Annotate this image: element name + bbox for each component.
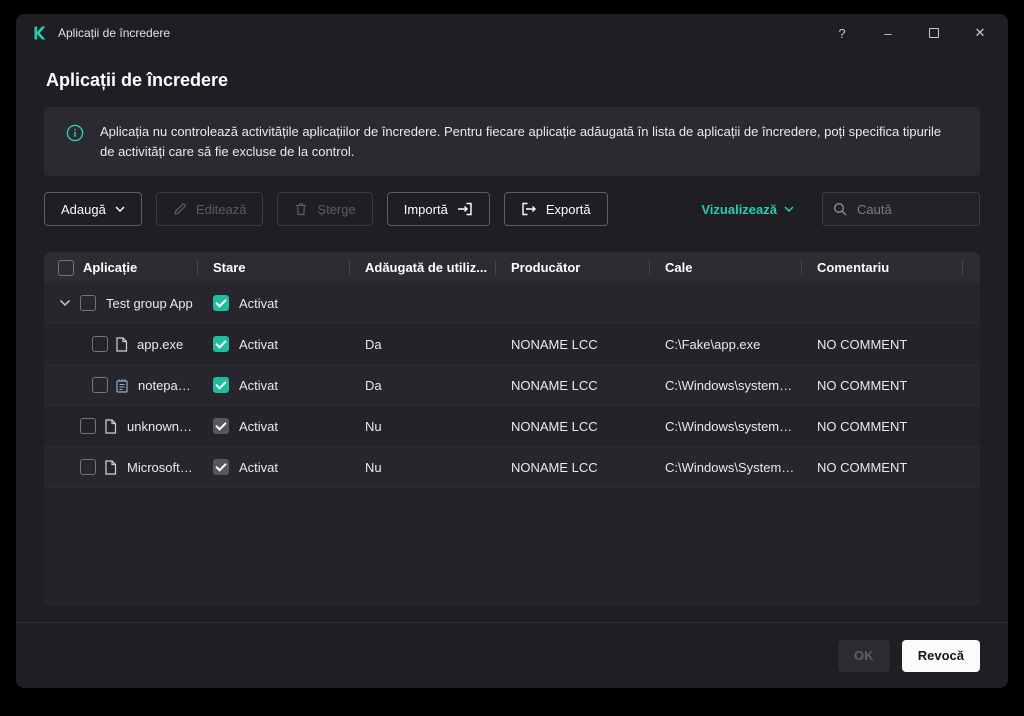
close-button[interactable]: ✕	[968, 21, 992, 45]
footer: OK Revocă	[16, 622, 1008, 688]
header-cell-comment[interactable]: Comentariu	[801, 252, 962, 283]
kaspersky-logo-icon	[32, 25, 48, 41]
group-name: Test group App	[106, 295, 193, 311]
import-button-label: Importă	[403, 201, 448, 217]
header-cell-application: Aplicație	[44, 259, 197, 276]
state-label: Activat	[239, 295, 279, 311]
export-icon	[521, 202, 537, 216]
app-name: Microsoft…	[127, 459, 193, 475]
app-name: app.exe	[137, 336, 184, 352]
minimize-button[interactable]: –	[876, 21, 900, 45]
cell-path: C:\Windows\System…	[665, 459, 795, 475]
add-button-label: Adaugă	[61, 201, 106, 217]
cell-comment: NO COMMENT	[817, 336, 908, 352]
cell-comment: NO COMMENT	[817, 377, 908, 393]
applications-table: Aplicație Stare Adăugată de utiliz... Pr…	[44, 252, 980, 606]
help-button[interactable]: ?	[830, 21, 854, 45]
view-dropdown-label: Vizualizează	[701, 201, 777, 217]
state-checkbox[interactable]	[213, 377, 229, 393]
table-header: Aplicație Stare Adăugată de utiliz... Pr…	[44, 252, 980, 283]
table-row[interactable]: app.exe Activat Da NONAME LCC C:\Fake\ap…	[44, 324, 980, 365]
cell-producer: NONAME LCC	[511, 377, 598, 393]
search-box[interactable]	[822, 192, 980, 226]
row-select-checkbox[interactable]	[92, 336, 108, 352]
pencil-icon	[173, 202, 187, 216]
import-icon	[457, 202, 473, 216]
state-checkbox[interactable]	[213, 336, 229, 352]
export-button-label: Exportă	[545, 201, 591, 217]
column-label-application: Aplicație	[83, 260, 138, 275]
row-select-checkbox[interactable]	[80, 418, 96, 434]
titlebar: Aplicații de încredere ? – ✕	[16, 14, 1008, 52]
header-cell-producer[interactable]: Producător	[495, 252, 649, 283]
content-area: Aplicații de încredere Aplicația nu cont…	[16, 52, 1008, 622]
state-checkbox[interactable]	[213, 418, 229, 434]
state-checkbox[interactable]	[213, 459, 229, 475]
row-select-checkbox[interactable]	[92, 377, 108, 393]
app-window: Aplicații de încredere ? – ✕ Aplicații d…	[16, 14, 1008, 688]
app-name: notepa…	[138, 377, 191, 393]
export-button[interactable]: Exportă	[503, 192, 608, 226]
state-checkbox[interactable]	[213, 295, 229, 311]
import-button[interactable]: Importă	[386, 192, 490, 226]
cell-added: Nu	[365, 459, 382, 475]
edit-button-label: Editează	[195, 201, 247, 217]
state-label: Activat	[239, 377, 279, 393]
state-label: Activat	[239, 459, 279, 475]
cell-comment: NO COMMENT	[817, 418, 908, 434]
ok-button[interactable]: OK	[837, 639, 890, 672]
delete-button-label: Șterge	[317, 201, 356, 217]
cell-producer: NONAME LCC	[511, 336, 598, 352]
chevron-down-icon	[115, 206, 125, 212]
table-row-group[interactable]: Test group App Activat	[44, 283, 980, 324]
search-icon	[833, 202, 847, 216]
view-dropdown[interactable]: Vizualizează	[701, 202, 794, 217]
cell-path: C:\Fake\app.exe	[665, 336, 761, 352]
maximize-icon	[929, 28, 939, 38]
chevron-down-icon[interactable]	[58, 299, 72, 307]
info-text: Aplicația nu controlează activitățile ap…	[100, 124, 942, 159]
page-title: Aplicații de încredere	[46, 70, 229, 90]
cell-comment: NO COMMENT	[817, 459, 908, 475]
cell-producer: NONAME LCC	[511, 418, 598, 434]
cell-path: C:\Windows\system…	[665, 418, 793, 434]
table-row[interactable]: notepa… Activat Da NONAME LCC C:\Windows…	[44, 365, 980, 406]
header-cell-added-by-user[interactable]: Adăugată de utiliz...	[349, 252, 495, 283]
cell-producer: NONAME LCC	[511, 459, 598, 475]
chevron-down-icon	[784, 206, 794, 212]
table-row[interactable]: unknown… Activat Nu NONAME LCC C:\Window…	[44, 406, 980, 447]
info-icon	[66, 124, 84, 147]
state-label: Activat	[239, 418, 279, 434]
state-label: Activat	[239, 336, 279, 352]
add-button[interactable]: Adaugă	[44, 192, 142, 226]
app-name: unknown…	[127, 418, 193, 434]
select-all-checkbox[interactable]	[58, 259, 74, 276]
toolbar: Adaugă Editează Șterge Importă Exportă V…	[44, 192, 980, 226]
search-input[interactable]	[855, 200, 969, 218]
header-cell-path[interactable]: Cale	[649, 252, 801, 283]
delete-button[interactable]: Șterge	[277, 192, 373, 226]
window-title: Aplicații de încredere	[58, 26, 171, 40]
header-cell-state[interactable]: Stare	[197, 252, 349, 283]
cancel-button[interactable]: Revocă	[901, 639, 980, 672]
cell-added: Nu	[365, 418, 382, 434]
notepad-icon	[115, 378, 129, 393]
cell-added: Da	[365, 377, 382, 393]
row-select-checkbox[interactable]	[80, 459, 96, 475]
file-icon	[104, 418, 117, 434]
info-banner: Aplicația nu controlează activitățile ap…	[44, 107, 980, 176]
file-icon	[115, 336, 128, 352]
file-icon	[104, 459, 117, 475]
cell-added: Da	[365, 336, 382, 352]
maximize-button[interactable]	[922, 21, 946, 45]
edit-button[interactable]: Editează	[155, 192, 264, 226]
row-select-checkbox[interactable]	[80, 295, 96, 311]
table-row[interactable]: Microsoft… Activat Nu NONAME LCC C:\Wind…	[44, 447, 980, 488]
trash-icon	[294, 202, 308, 216]
cell-path: C:\Windows\system…	[665, 377, 793, 393]
header-cell-spacer	[962, 252, 980, 283]
